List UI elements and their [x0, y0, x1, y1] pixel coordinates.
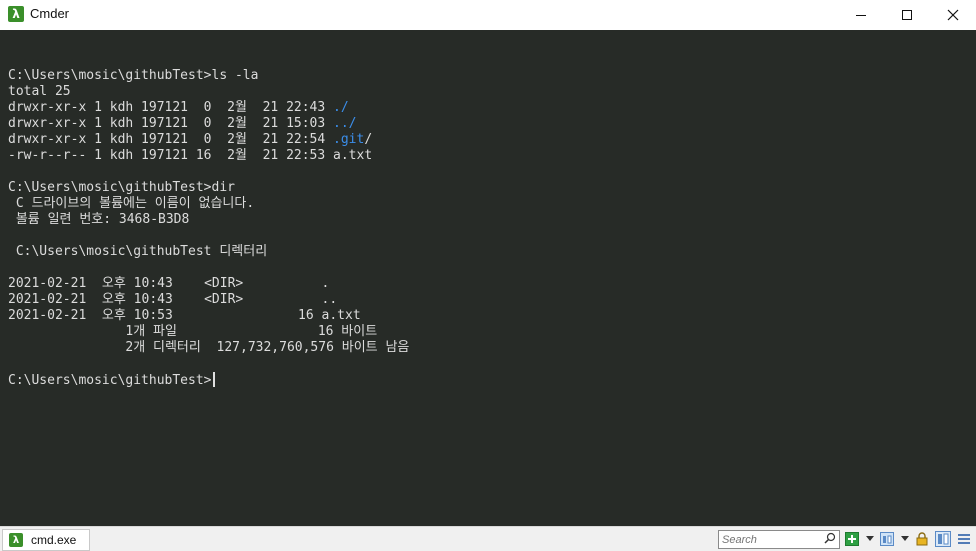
console-line: total 25: [8, 84, 409, 100]
maximize-icon: [902, 10, 912, 20]
directory-link: ./: [333, 100, 349, 115]
path-suffix: /: [364, 132, 373, 147]
new-console-button[interactable]: [844, 531, 860, 547]
console-text: 1개 파일 16 바이트: [8, 324, 378, 339]
console-text: C:\Users\mosic\githubTest>: [8, 373, 212, 388]
search-icon: [824, 532, 836, 544]
console-text: C:\Users\mosic\githubTest>ls -la: [8, 68, 259, 83]
text-cursor: [212, 372, 215, 387]
console-line: C:\Users\mosic\githubTest>: [8, 372, 409, 388]
console-line: C:\Users\mosic\githubTest>ls -la: [8, 68, 409, 84]
minimize-icon: [856, 15, 866, 16]
directory-link: .git: [333, 132, 365, 147]
new-console-dropdown[interactable]: [862, 531, 878, 547]
console-text: 2021-02-21 오후 10:43 <DIR> .: [8, 276, 330, 291]
console-text: 2021-02-21 오후 10:53 16 a.txt: [8, 308, 361, 323]
console-text: 2개 디렉터리 127,732,760,576 바이트 남음: [8, 340, 410, 355]
lambda-tab-icon: λ: [9, 533, 23, 547]
console-line: -rw-r--r-- 1 kdh 197121 16 2월 21 22:53 a…: [8, 148, 409, 164]
lambda-app-icon: λ: [8, 6, 24, 22]
dropdown-icon: [866, 536, 874, 541]
console-line: 2개 디렉터리 127,732,760,576 바이트 남음: [8, 340, 409, 356]
tab-label: cmd.exe: [31, 533, 77, 547]
status-bar: λ cmd.exe: [0, 526, 976, 551]
console-output: C:\Users\mosic\githubTest>ls -la total 25…: [8, 52, 409, 388]
window-title: Cmder: [30, 6, 70, 21]
console-line: C:\Users\mosic\githubTest 디렉터리: [8, 244, 409, 260]
maximize-button[interactable]: [884, 0, 930, 30]
console-text: drwxr-xr-x 1 kdh 197121 0 2월 21 15:03: [8, 116, 334, 131]
lock-icon: [916, 532, 928, 546]
console-line: drwxr-xr-x 1 kdh 197121 0 2월 21 22:54 .g…: [8, 132, 409, 148]
console-line: 1개 파일 16 바이트: [8, 324, 409, 340]
menu-button[interactable]: [956, 531, 972, 547]
split-view-icon: [880, 532, 894, 546]
directory-link: ../: [333, 116, 357, 131]
console-text: C:\Users\mosic\githubTest>dir: [8, 180, 235, 195]
new-console-icon: [845, 532, 859, 546]
console-tab[interactable]: λ cmd.exe: [2, 529, 90, 551]
search-input[interactable]: [719, 532, 822, 547]
lock-button[interactable]: [914, 531, 930, 547]
console-line: drwxr-xr-x 1 kdh 197121 0 2월 21 15:03 ..…: [8, 116, 409, 132]
console-text: drwxr-xr-x 1 kdh 197121 0 2월 21 22:54: [8, 132, 334, 147]
active-pane-button[interactable]: [935, 531, 951, 547]
console-text: -rw-r--r-- 1 kdh 197121 16 2월 21 22:53 a…: [8, 148, 373, 163]
cmder-window: λ Cmder C:\Users\mosic\githubTest>ls -la…: [0, 0, 976, 551]
console-line: 볼륨 일련 번호: 3468-B3D8: [8, 212, 409, 228]
console-line: 2021-02-21 오후 10:43 <DIR> ..: [8, 292, 409, 308]
console-line: C 드라이브의 볼륨에는 이름이 없습니다.: [8, 196, 409, 212]
console-line: 2021-02-21 오후 10:53 16 a.txt: [8, 308, 409, 324]
console-text: total 25: [8, 84, 71, 99]
console-area[interactable]: C:\Users\mosic\githubTest>ls -la total 25…: [0, 30, 976, 526]
console-line: C:\Users\mosic\githubTest>dir: [8, 180, 409, 196]
split-view-button[interactable]: [879, 531, 895, 547]
menu-icon: [958, 534, 970, 544]
console-text: C 드라이브의 볼륨에는 이름이 없습니다.: [8, 196, 255, 211]
active-pane-icon: [935, 531, 951, 547]
dropdown-icon: [901, 536, 909, 541]
console-line: 2021-02-21 오후 10:43 <DIR> .: [8, 276, 409, 292]
console-text: C:\Users\mosic\githubTest 디렉터리: [8, 244, 268, 259]
console-line: drwxr-xr-x 1 kdh 197121 0 2월 21 22:43 ./: [8, 100, 409, 116]
search-box[interactable]: [718, 530, 840, 549]
console-text: 2021-02-21 오후 10:43 <DIR> ..: [8, 292, 338, 307]
split-view-dropdown[interactable]: [897, 531, 913, 547]
minimize-button[interactable]: [838, 0, 884, 30]
console-text: 볼륨 일련 번호: 3468-B3D8: [8, 212, 190, 227]
console-text: drwxr-xr-x 1 kdh 197121 0 2월 21 22:43: [8, 100, 334, 115]
close-icon: [947, 9, 959, 21]
title-bar[interactable]: λ Cmder: [0, 0, 976, 31]
close-button[interactable]: [930, 0, 976, 30]
